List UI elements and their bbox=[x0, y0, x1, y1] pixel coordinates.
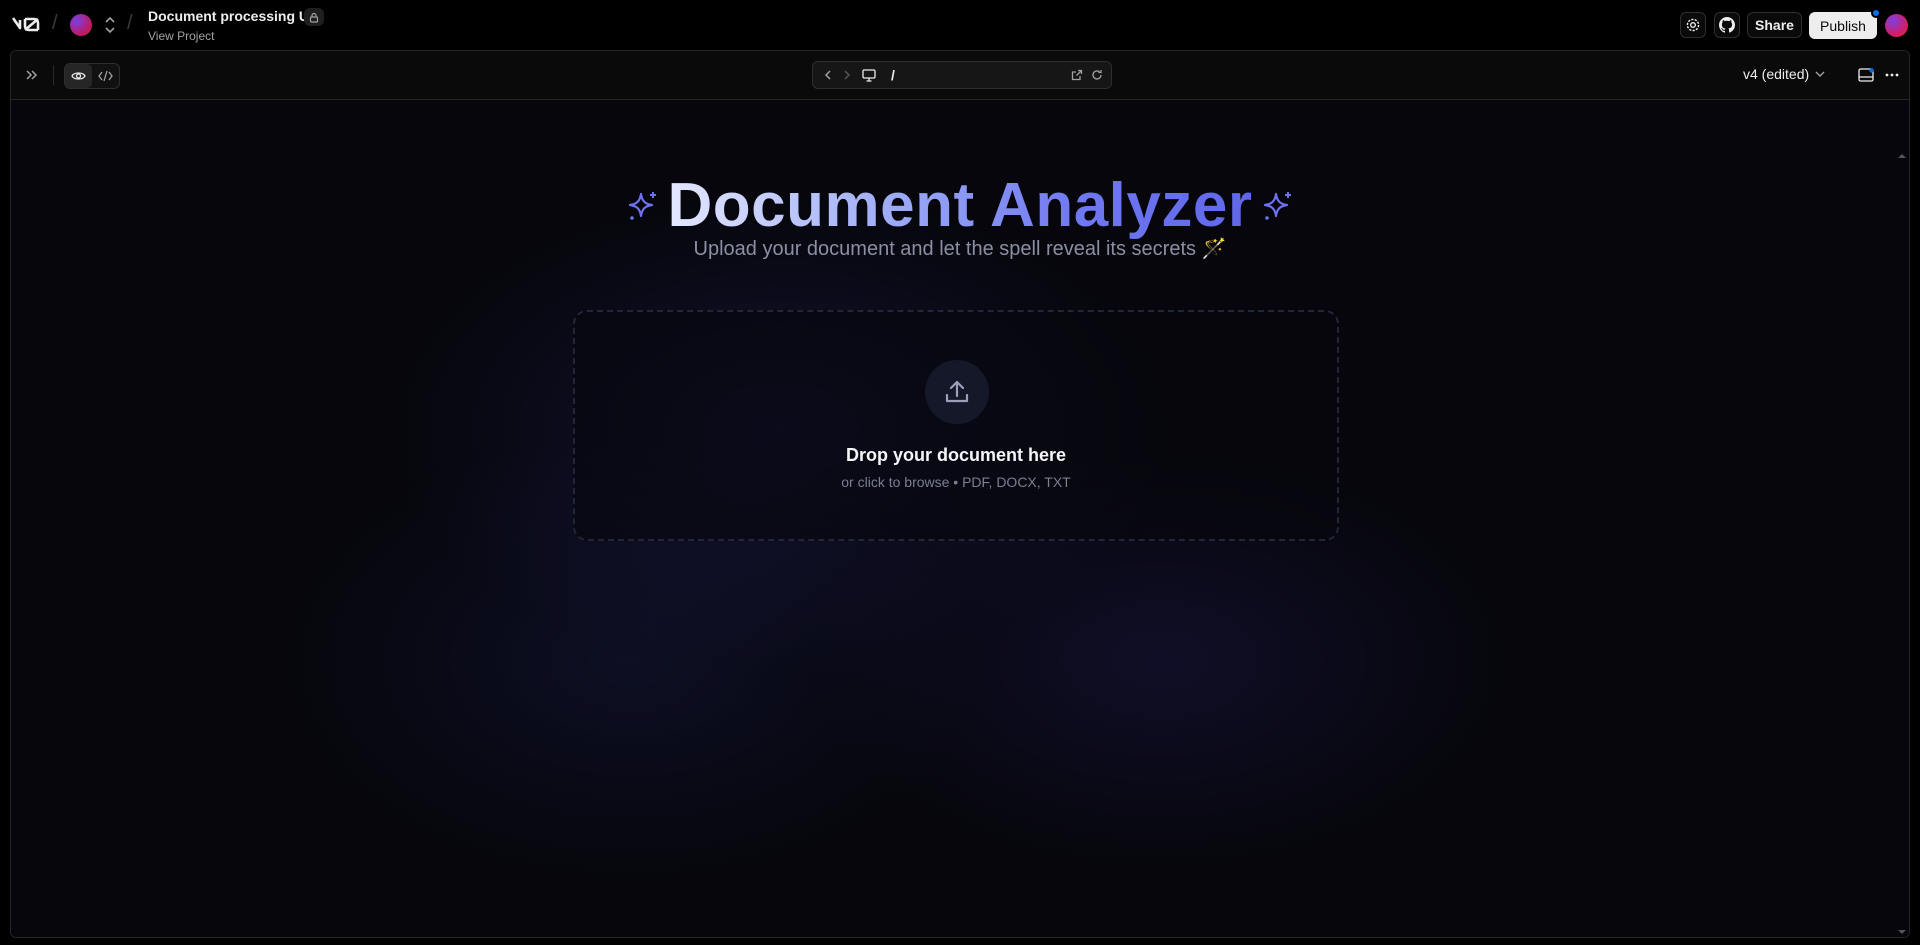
expand-sidebar-button[interactable] bbox=[23, 66, 41, 84]
sparkle-icon bbox=[1263, 191, 1291, 220]
chevron-up-down-icon[interactable] bbox=[103, 14, 117, 36]
url-path[interactable]: / bbox=[891, 67, 895, 83]
breadcrumb-separator: / bbox=[127, 12, 133, 34]
share-button[interactable]: Share bbox=[1747, 12, 1802, 38]
version-selector[interactable]: v4 (edited) bbox=[1743, 66, 1825, 82]
upload-icon bbox=[945, 380, 969, 403]
project-title[interactable]: Document processing UI bbox=[148, 8, 313, 24]
title-row: Document Analyzer bbox=[11, 170, 1909, 241]
url-bar: / bbox=[812, 61, 1112, 89]
chevron-right-icon bbox=[844, 70, 851, 80]
publish-button[interactable]: Publish bbox=[1809, 12, 1877, 39]
toolbar-divider bbox=[53, 65, 54, 85]
more-horizontal-icon bbox=[1885, 73, 1899, 77]
view-toggle bbox=[64, 63, 120, 89]
code-icon bbox=[98, 70, 113, 82]
toggle-panel-button[interactable] bbox=[1857, 66, 1875, 84]
file-dropzone[interactable]: Drop your document here or click to brow… bbox=[573, 310, 1339, 541]
refresh-icon bbox=[1092, 70, 1102, 80]
chevron-down-icon bbox=[1815, 71, 1825, 77]
monitor-icon bbox=[862, 68, 876, 82]
code-toggle-button[interactable] bbox=[92, 64, 119, 88]
chevron-left-icon bbox=[824, 70, 831, 80]
page-subtitle: Upload your document and let the spell r… bbox=[693, 238, 1227, 260]
dropzone-title: Drop your document here bbox=[845, 445, 1067, 465]
chevrons-right-icon bbox=[26, 70, 38, 80]
scroll-down-arrow[interactable] bbox=[1897, 928, 1907, 936]
refresh-button[interactable] bbox=[1090, 68, 1104, 82]
breadcrumb-separator: / bbox=[52, 12, 58, 34]
version-label: v4 (edited) bbox=[1743, 66, 1810, 82]
github-button[interactable] bbox=[1714, 12, 1740, 38]
v0-logo-icon[interactable] bbox=[12, 15, 42, 33]
gear-icon bbox=[1686, 18, 1700, 32]
device-select-button[interactable] bbox=[861, 68, 877, 82]
github-icon bbox=[1719, 17, 1735, 33]
eye-icon bbox=[71, 72, 86, 80]
app-canvas: Document Analyzer Upload your document a… bbox=[11, 100, 1909, 937]
panel-bottom-icon bbox=[1858, 68, 1874, 82]
external-link-icon bbox=[1071, 69, 1083, 81]
forward-button[interactable] bbox=[840, 68, 854, 82]
scroll-up-arrow[interactable] bbox=[1897, 152, 1907, 160]
publish-notification-dot bbox=[1871, 8, 1881, 18]
more-options-button[interactable] bbox=[1883, 66, 1901, 84]
upload-icon-container bbox=[925, 360, 989, 424]
team-avatar[interactable] bbox=[70, 14, 92, 36]
sparkle-icon bbox=[628, 191, 656, 220]
open-new-tab-button[interactable] bbox=[1070, 68, 1084, 82]
lock-icon bbox=[304, 8, 324, 26]
dropzone-subtitle: or click to browse • PDF, DOCX, TXT bbox=[841, 474, 1071, 490]
back-button[interactable] bbox=[821, 68, 835, 82]
preview-frame: / v4 (edited) Document Analyzer Upload y… bbox=[10, 50, 1910, 938]
top-bar: / / Document processing UI View Project … bbox=[0, 0, 1920, 50]
preview-toolbar: / v4 (edited) bbox=[11, 51, 1909, 100]
settings-button[interactable] bbox=[1680, 12, 1706, 38]
preview-toggle-button[interactable] bbox=[65, 64, 92, 88]
page-title: Document Analyzer bbox=[667, 171, 1253, 240]
user-avatar[interactable] bbox=[1885, 14, 1908, 37]
view-project-link[interactable]: View Project bbox=[148, 29, 214, 43]
